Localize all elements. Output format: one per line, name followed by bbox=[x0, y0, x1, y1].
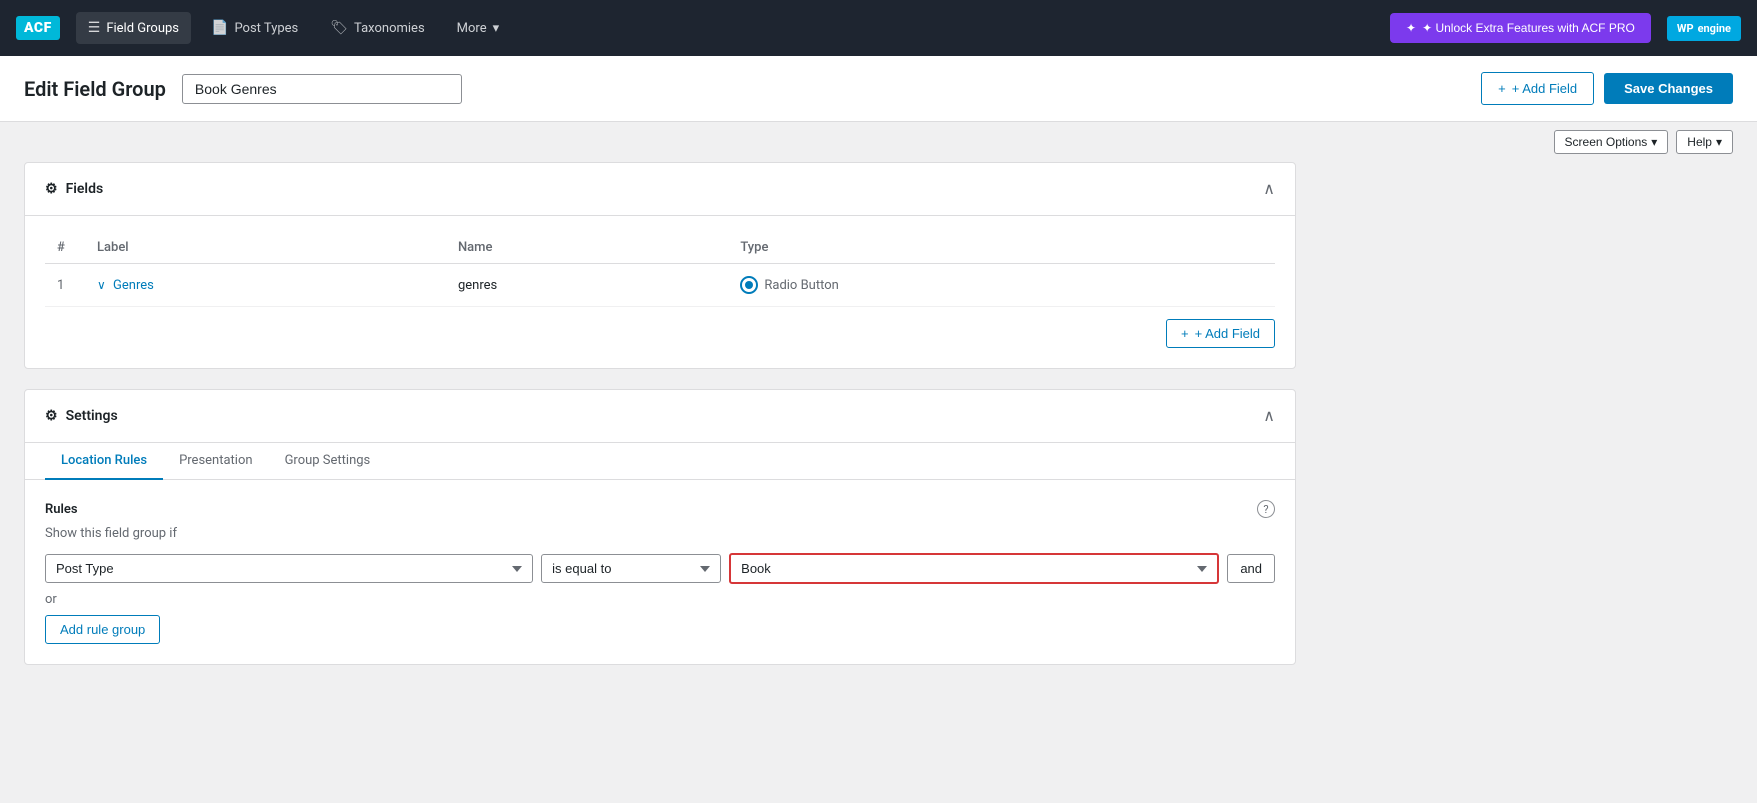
help-label: Help bbox=[1687, 135, 1712, 149]
header-actions: + + Add Field Save Changes bbox=[1481, 72, 1733, 105]
tab-presentation[interactable]: Presentation bbox=[163, 443, 269, 480]
settings-title-label: Settings bbox=[66, 408, 118, 424]
settings-body: Rules ? Show this field group if Post Ty… bbox=[25, 480, 1295, 664]
field-label-cell: ∨ Genres bbox=[85, 264, 446, 307]
unlock-label: ✦ Unlock Extra Features with ACF PRO bbox=[1422, 21, 1635, 35]
add-field-bottom: + + Add Field bbox=[45, 307, 1275, 352]
settings-tabs: Location Rules Presentation Group Settin… bbox=[25, 443, 1295, 480]
chevron-up-icon: ∧ bbox=[1263, 181, 1275, 198]
nav-more[interactable]: More ▾ bbox=[445, 13, 511, 44]
help-dropdown-icon: ▾ bbox=[1716, 135, 1722, 149]
nav-post-types-label: Post Types bbox=[234, 21, 298, 36]
fields-table-header-row: # Label Name Type bbox=[45, 232, 1275, 264]
screen-options-label: Screen Options bbox=[1565, 135, 1648, 149]
screen-options-dropdown-icon: ▾ bbox=[1651, 135, 1657, 149]
fields-table: # Label Name Type 1 ∨ Genres bbox=[45, 232, 1275, 307]
field-type-icon: Radio Button bbox=[740, 276, 838, 294]
settings-panel-title: ⚙ Settings bbox=[45, 408, 118, 424]
settings-gear-icon: ⚙ bbox=[45, 408, 58, 424]
fields-gear-icon: ⚙ bbox=[45, 181, 58, 197]
field-name-cell: genres bbox=[446, 264, 728, 307]
screen-options-bar: Screen Options ▾ Help ▾ bbox=[0, 122, 1757, 162]
field-expand-arrow-icon: ∨ bbox=[97, 278, 106, 292]
more-dropdown-icon: ▾ bbox=[493, 21, 500, 36]
wpengine-wp: WP bbox=[1677, 22, 1694, 35]
settings-panel-collapse-button[interactable]: ∧ bbox=[1263, 406, 1275, 426]
fields-panel-collapse-button[interactable]: ∧ bbox=[1263, 179, 1275, 199]
field-name-value: genres bbox=[458, 278, 497, 293]
field-groups-icon: ☰ bbox=[88, 20, 101, 36]
add-field-button[interactable]: + + Add Field bbox=[1481, 72, 1594, 105]
help-circle-icon[interactable]: ? bbox=[1257, 500, 1275, 518]
acf-logo: ACF bbox=[16, 16, 60, 40]
rule-row: Post Type is equal to Book and bbox=[45, 553, 1275, 584]
show-if-label: Show this field group if bbox=[45, 526, 1275, 541]
field-group-name-input[interactable] bbox=[182, 74, 462, 104]
field-label-link[interactable]: Genres bbox=[113, 278, 154, 293]
add-field-plus-icon: + bbox=[1498, 81, 1506, 96]
taxonomies-icon: 🏷 bbox=[330, 20, 348, 36]
fields-panel-header: ⚙ Fields ∧ bbox=[25, 163, 1295, 216]
nav-taxonomies[interactable]: 🏷 Taxonomies bbox=[318, 12, 436, 44]
add-rule-group-label: Add rule group bbox=[60, 622, 145, 637]
tab-location-rules[interactable]: Location Rules bbox=[45, 443, 163, 480]
save-changes-label: Save Changes bbox=[1624, 81, 1713, 96]
rule-post-type-select[interactable]: Post Type bbox=[45, 554, 533, 583]
and-label: and bbox=[1240, 561, 1262, 576]
settings-chevron-up-icon: ∧ bbox=[1263, 408, 1275, 425]
save-changes-button[interactable]: Save Changes bbox=[1604, 73, 1733, 104]
col-label: Label bbox=[85, 232, 446, 264]
rules-title: Rules bbox=[45, 502, 78, 517]
or-label: or bbox=[45, 592, 1275, 607]
nav-field-groups[interactable]: ☰ Field Groups bbox=[76, 12, 191, 44]
fields-title-label: Fields bbox=[66, 181, 104, 197]
unlock-icon: ✦ bbox=[1406, 21, 1416, 35]
tab-group-settings[interactable]: Group Settings bbox=[269, 443, 387, 480]
nav-field-groups-label: Field Groups bbox=[106, 21, 179, 36]
radio-button-icon bbox=[740, 276, 758, 294]
tab-presentation-label: Presentation bbox=[179, 453, 253, 468]
add-rule-group-button[interactable]: Add rule group bbox=[45, 615, 160, 644]
col-type: Type bbox=[728, 232, 1275, 264]
tab-group-settings-label: Group Settings bbox=[285, 453, 371, 468]
rules-header: Rules ? bbox=[45, 500, 1275, 518]
add-field-bottom-plus-icon: + bbox=[1181, 326, 1189, 341]
wpengine-text: engine bbox=[1698, 22, 1731, 35]
rule-value-select[interactable]: Book bbox=[729, 553, 1219, 584]
fields-panel-title: ⚙ Fields bbox=[45, 181, 103, 197]
fields-panel-body: # Label Name Type 1 ∨ Genres bbox=[25, 216, 1295, 368]
post-types-icon: 📄 bbox=[211, 20, 228, 36]
field-number: 1 bbox=[45, 264, 85, 307]
and-button[interactable]: and bbox=[1227, 554, 1275, 583]
field-type-label: Radio Button bbox=[764, 278, 838, 293]
tab-location-rules-label: Location Rules bbox=[61, 453, 147, 468]
add-field-label: + Add Field bbox=[1512, 81, 1577, 96]
fields-panel: ⚙ Fields ∧ # Label Name Type bbox=[24, 162, 1296, 369]
col-hash: # bbox=[45, 232, 85, 264]
settings-panel-header: ⚙ Settings ∧ bbox=[25, 390, 1295, 443]
nav-post-types[interactable]: 📄 Post Types bbox=[199, 12, 310, 44]
rule-operator-select[interactable]: is equal to bbox=[541, 554, 721, 583]
page-title: Edit Field Group bbox=[24, 77, 166, 101]
unlock-acf-pro-button[interactable]: ✦ ✦ Unlock Extra Features with ACF PRO bbox=[1390, 13, 1651, 43]
field-type-cell: Radio Button bbox=[728, 264, 1275, 307]
page-header: Edit Field Group + + Add Field Save Chan… bbox=[0, 56, 1757, 122]
table-row: 1 ∨ Genres genres Radio Button bbox=[45, 264, 1275, 307]
settings-panel: ⚙ Settings ∧ Location Rules Presentation… bbox=[24, 389, 1296, 665]
screen-options-button[interactable]: Screen Options ▾ bbox=[1554, 130, 1669, 154]
main-content: ⚙ Fields ∧ # Label Name Type bbox=[0, 162, 1320, 709]
col-name: Name bbox=[446, 232, 728, 264]
nav-taxonomies-label: Taxonomies bbox=[354, 21, 425, 36]
help-button[interactable]: Help ▾ bbox=[1676, 130, 1733, 154]
wpengine-logo: WP engine bbox=[1667, 16, 1741, 41]
top-navigation: ACF ☰ Field Groups 📄 Post Types 🏷 Taxono… bbox=[0, 0, 1757, 56]
nav-more-label: More bbox=[457, 21, 487, 36]
add-field-bottom-label: + Add Field bbox=[1195, 326, 1260, 341]
add-field-bottom-button[interactable]: + + Add Field bbox=[1166, 319, 1275, 348]
